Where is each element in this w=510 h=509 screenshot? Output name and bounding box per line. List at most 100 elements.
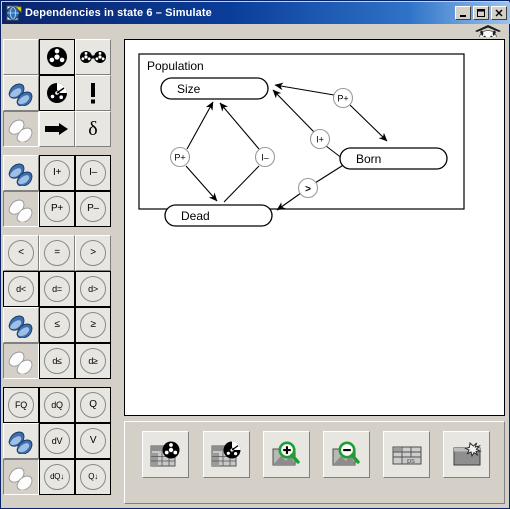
- run-all-simulation-button[interactable]: [75, 39, 111, 75]
- zoom-out-icon: [330, 440, 364, 470]
- window-title: Dependencies in state 6 – Simulate: [25, 7, 212, 19]
- run-simulation-button[interactable]: [39, 39, 75, 75]
- proportional-negative-button[interactable]: P–: [75, 191, 111, 227]
- export-postscript-button[interactable]: ps: [383, 431, 430, 478]
- edge-p-plus-right-to-size: [274, 82, 335, 96]
- d-less-than-label: d<: [8, 276, 34, 302]
- dependency-diagram-canvas[interactable]: Population Size Born Dead P+ I– I+ P+ >: [124, 39, 505, 416]
- influence-positive-button[interactable]: I+: [39, 155, 75, 191]
- window-close-icon: [450, 440, 484, 470]
- blue-blobs-button-4[interactable]: [3, 423, 39, 459]
- close-view-button[interactable]: [443, 431, 490, 478]
- d-greater-equal-button[interactable]: d≥: [75, 343, 111, 379]
- equal-button[interactable]: =: [39, 235, 75, 271]
- edge-label-i-plus[interactable]: I+: [309, 128, 331, 150]
- less-equal-button[interactable]: ≤: [39, 307, 75, 343]
- black-arrow-icon: [44, 122, 70, 136]
- greater-than-button[interactable]: >: [75, 235, 111, 271]
- influence-negative-button[interactable]: I–: [75, 155, 111, 191]
- blue-blobs-button-2[interactable]: [3, 155, 39, 191]
- info-button[interactable]: [75, 75, 111, 111]
- zoom-out-button[interactable]: [323, 431, 370, 478]
- arrow-button[interactable]: [39, 111, 75, 147]
- title-bar[interactable]: Dependencies in state 6 – Simulate: [2, 2, 510, 24]
- d-less-equal-button[interactable]: d≤: [39, 343, 75, 379]
- zoom-in-icon: [270, 440, 304, 470]
- close-icon: [494, 8, 504, 18]
- blue-blobs-icon: [6, 428, 36, 454]
- white-blobs-icon: [6, 196, 36, 222]
- proportional-positive-label: P+: [44, 196, 70, 222]
- white-blobs-icon: [6, 464, 36, 490]
- bottom-toolbar: ps: [124, 421, 505, 504]
- dq-button[interactable]: dQ: [39, 387, 75, 423]
- edge-label-p-plus-left[interactable]: P+: [169, 146, 191, 168]
- edge-label-greater-than[interactable]: >: [297, 177, 319, 199]
- d-equal-button[interactable]: d=: [39, 271, 75, 307]
- d-less-than-button[interactable]: d<: [3, 271, 39, 307]
- q-down-button[interactable]: Q↓: [75, 459, 111, 495]
- toolbar-group-simulation: δ: [3, 39, 118, 147]
- dependency-diagram: Population Size Born Dead P+ I– I+ P+ >: [138, 53, 465, 227]
- edge-gt-to-dead: [276, 192, 302, 211]
- simulation-preferences-button[interactable]: [39, 75, 75, 111]
- edge-label-i-minus-text: I–: [261, 152, 269, 162]
- double-film-reel-icon: [80, 49, 106, 65]
- toolbar-row: I+ I–: [3, 155, 118, 191]
- white-blobs-button-4[interactable]: [3, 459, 39, 495]
- film-reel-icon: [45, 45, 69, 69]
- d-greater-than-button[interactable]: d>: [75, 271, 111, 307]
- toolbar-row: FQ dQ Q: [3, 387, 118, 423]
- toolbar-row: d≤ d≥: [3, 343, 118, 379]
- maximize-button[interactable]: [473, 6, 489, 20]
- q-button[interactable]: Q: [75, 387, 111, 423]
- v-button[interactable]: V: [75, 423, 111, 459]
- blue-blobs-icon: [6, 160, 36, 186]
- zoom-in-button[interactable]: [263, 431, 310, 478]
- node-dead[interactable]: Dead: [164, 204, 273, 227]
- dq-down-button[interactable]: dQ↓: [39, 459, 75, 495]
- node-born[interactable]: Born: [339, 147, 448, 170]
- v-label: V: [80, 428, 106, 454]
- window-controls: [455, 6, 507, 20]
- close-button[interactable]: [491, 6, 507, 20]
- white-blobs-icon: [6, 116, 36, 142]
- delta-icon: δ: [88, 117, 98, 140]
- export-postscript-label: ps: [407, 456, 415, 465]
- reel-tool-icon: [45, 81, 69, 105]
- less-than-button[interactable]: <: [3, 235, 39, 271]
- greater-than-label: >: [80, 240, 106, 266]
- proportional-negative-label: P–: [80, 196, 106, 222]
- dq-down-label: dQ↓: [44, 464, 70, 490]
- full-quantity-button[interactable]: FQ: [3, 387, 39, 423]
- toolbar-row: [3, 39, 118, 75]
- blue-blobs-button-3[interactable]: [3, 307, 39, 343]
- greater-equal-button[interactable]: ≥: [75, 307, 111, 343]
- node-born-label: Born: [356, 152, 381, 166]
- blue-blobs-icon: [6, 80, 36, 106]
- minimize-button[interactable]: [455, 6, 471, 20]
- toolbar-row: ≤ ≥: [3, 307, 118, 343]
- dv-button[interactable]: dV: [39, 423, 75, 459]
- white-blobs-button-3[interactable]: [3, 343, 39, 379]
- simulation-settings-button[interactable]: [203, 431, 250, 478]
- edge-label-p-plus-right-text: P+: [337, 93, 348, 103]
- influence-positive-label: I+: [44, 160, 70, 186]
- toolbar-group-quantity: FQ dQ Q dV V dQ↓ Q↓: [3, 387, 118, 495]
- d-greater-equal-label: d≥: [80, 348, 106, 374]
- white-blobs-button[interactable]: [3, 111, 39, 147]
- maximize-glyph: [476, 8, 486, 18]
- less-equal-label: ≤: [44, 312, 70, 338]
- edge-label-i-minus[interactable]: I–: [254, 146, 276, 168]
- globe-document-icon: [6, 5, 22, 21]
- show-simulation-button[interactable]: [142, 431, 189, 478]
- dq-label: dQ: [44, 392, 70, 418]
- node-size[interactable]: Size: [160, 77, 269, 100]
- edge-label-p-plus-right[interactable]: P+: [332, 87, 354, 109]
- delta-button[interactable]: δ: [75, 111, 111, 147]
- toolbar-row: δ: [3, 111, 118, 147]
- d-equal-label: d=: [44, 276, 70, 302]
- blue-blobs-button[interactable]: [3, 75, 39, 111]
- white-blobs-button-2[interactable]: [3, 191, 39, 227]
- proportional-positive-button[interactable]: P+: [39, 191, 75, 227]
